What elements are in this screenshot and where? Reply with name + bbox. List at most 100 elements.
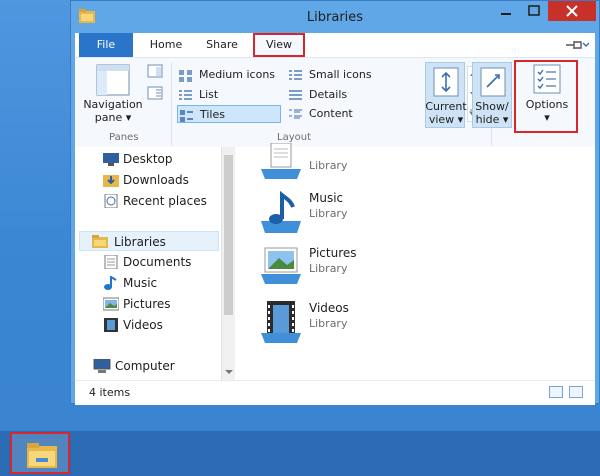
layout-item-label: Content xyxy=(309,107,353,120)
minimize-button[interactable] xyxy=(492,1,520,21)
nav-item-label: Recent places xyxy=(123,194,207,208)
pictures-icon xyxy=(103,297,119,311)
tab-file[interactable]: File xyxy=(79,33,133,57)
sort-by-icon xyxy=(433,67,459,97)
nav-item-label: Music xyxy=(123,276,158,290)
tile-subtitle: Library xyxy=(309,159,348,172)
status-bar: 4 items xyxy=(75,380,595,405)
details-pane-button[interactable] xyxy=(147,86,165,102)
nav-item-videos[interactable]: Videos xyxy=(79,315,219,335)
close-icon xyxy=(566,5,578,17)
nav-item-label: Videos xyxy=(123,318,163,332)
pictures-library-icon xyxy=(261,247,301,284)
content-area: Desktop Downloads Recent places Librarie… xyxy=(75,143,595,380)
tab-share[interactable]: Share xyxy=(197,33,247,57)
tile-subtitle: Library xyxy=(309,262,348,275)
large-icons-view-icon[interactable] xyxy=(569,386,583,398)
nav-item-label: Computer xyxy=(115,359,175,373)
nav-item-music[interactable]: Music xyxy=(79,273,219,293)
nav-item-computer[interactable]: Computer xyxy=(79,356,219,376)
minimize-icon xyxy=(501,13,511,15)
list-item[interactable]: Music Library xyxy=(259,189,559,239)
layout-medium-icons[interactable]: Medium icons xyxy=(177,66,281,84)
nav-item-pictures[interactable]: Pictures xyxy=(79,294,219,314)
scrollbar-thumb[interactable] xyxy=(224,155,233,315)
music-library-icon xyxy=(261,191,301,233)
libraries-icon xyxy=(92,235,108,248)
details-pane-icon xyxy=(147,86,163,100)
tab-home[interactable]: Home xyxy=(137,33,195,57)
ribbon-tab-bar: File Home Share View xyxy=(75,33,595,57)
film-strip-icon xyxy=(104,318,118,332)
tile-name: Pictures xyxy=(309,246,357,260)
nav-item-recent-places[interactable]: Recent places xyxy=(79,191,219,211)
current-view-line2: view ▾ xyxy=(428,113,464,126)
preview-pane-icon xyxy=(147,64,163,78)
layout-content[interactable]: Content xyxy=(287,105,387,123)
navigation-pane-label-line1: Navigation xyxy=(83,98,143,111)
navigation-pane-label-line2: pane ▾ xyxy=(94,111,132,124)
panes-group-label: Panes xyxy=(109,132,139,143)
show-hide-label: Show/ hide ▾ xyxy=(472,100,512,126)
layout-item-label: Medium icons xyxy=(199,68,276,81)
preview-pane-button[interactable] xyxy=(147,64,165,80)
layout-item-label: Small icons xyxy=(309,68,372,81)
nav-item-label: Desktop xyxy=(123,152,173,166)
details-icon xyxy=(289,90,302,100)
list-item[interactable]: Library xyxy=(259,141,559,191)
maximize-button[interactable] xyxy=(520,1,548,21)
nav-item-label: Downloads xyxy=(123,173,189,187)
recent-places-icon xyxy=(104,194,118,208)
nav-item-label: Pictures xyxy=(123,297,171,311)
computer-icon xyxy=(93,359,111,373)
nav-item-libraries[interactable]: Libraries xyxy=(79,231,219,251)
nav-item-label: Documents xyxy=(123,255,192,269)
desktop-icon xyxy=(103,153,119,166)
tile-name: Music xyxy=(309,191,344,205)
nav-item-desktop[interactable]: Desktop xyxy=(79,149,219,169)
folder-icon xyxy=(27,443,57,468)
layout-item-label: Tiles xyxy=(200,108,225,121)
taskbar xyxy=(0,431,600,476)
options-highlight-box xyxy=(514,60,578,133)
tiles-icon xyxy=(180,110,193,122)
list-icon xyxy=(179,90,192,100)
nav-item-label: Libraries xyxy=(114,235,166,249)
current-view-line1: Current xyxy=(425,100,467,113)
list-item[interactable]: Pictures Library xyxy=(259,244,559,294)
taskbar-file-explorer-button[interactable] xyxy=(10,432,70,474)
nav-item-downloads[interactable]: Downloads xyxy=(79,170,219,190)
tab-view[interactable]: View xyxy=(253,33,305,57)
maximize-icon xyxy=(528,5,540,16)
show-hide-icon xyxy=(480,67,506,97)
show-hide-line1: Show/ xyxy=(475,100,509,113)
navigation-pane-button[interactable]: Navigation pane ▾ xyxy=(83,64,143,126)
group-separator xyxy=(171,62,172,146)
navigation-scrollbar[interactable] xyxy=(221,147,235,380)
nav-item-documents[interactable]: Documents xyxy=(79,252,219,272)
layout-item-label: List xyxy=(199,88,219,101)
details-view-icon[interactable] xyxy=(549,386,563,398)
tile-subtitle: Library xyxy=(309,207,348,220)
close-button[interactable] xyxy=(548,1,596,21)
navigation-pane-label-line2-text: pane xyxy=(94,111,123,124)
file-list: Library Music Library Pictures Library V… xyxy=(235,143,595,380)
layout-details[interactable]: Details xyxy=(287,86,387,104)
navigation-pane-icon xyxy=(96,64,130,96)
layout-tiles[interactable]: Tiles xyxy=(177,105,281,123)
content-icon xyxy=(289,109,302,119)
explorer-window: Libraries File Home Share View Navigatio… xyxy=(70,0,600,405)
list-item[interactable]: Videos Library xyxy=(259,299,559,349)
layout-small-icons[interactable]: Small icons xyxy=(287,66,387,84)
layout-list[interactable]: List xyxy=(177,86,281,104)
medium-icons-icon xyxy=(179,70,192,82)
navigation-pane: Desktop Downloads Recent places Librarie… xyxy=(75,147,225,380)
scroll-down-icon[interactable] xyxy=(223,367,235,377)
pin-ribbon-icon[interactable] xyxy=(565,39,589,51)
current-view-label: Current view ▾ xyxy=(425,100,467,126)
downloads-icon xyxy=(103,175,119,187)
title-bar[interactable]: Libraries xyxy=(71,1,599,33)
layout-item-label: Details xyxy=(309,88,348,101)
show-hide-line2-text: hide xyxy=(475,113,500,126)
tile-subtitle: Library xyxy=(309,317,348,330)
